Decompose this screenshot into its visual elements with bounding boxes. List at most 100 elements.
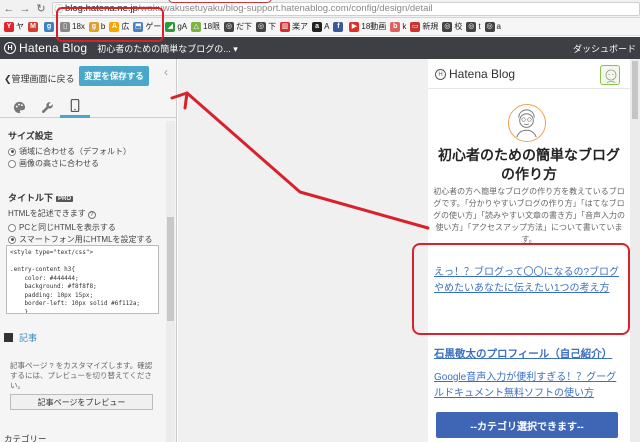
bookmark-item[interactable]: ◎ 校 bbox=[442, 21, 462, 32]
bookmark-item[interactable]: ◎ a bbox=[484, 21, 501, 32]
blog-description: 初心者の方へ簡単なブログの作り方を教えているブログです。「分かりやすいブログの作… bbox=[433, 187, 625, 244]
bookmark-item[interactable]: aA bbox=[312, 21, 329, 32]
bookmark-item[interactable]: Yヤ bbox=[4, 21, 24, 32]
radio-fit-area[interactable]: 領域に合わせる（デフォルト） bbox=[8, 146, 131, 157]
bookmark-item[interactable]: ▭ 新規 bbox=[410, 21, 438, 32]
phone-blog-header: H Hatena Blog bbox=[428, 59, 630, 89]
bookmark-item[interactable]: bk bbox=[390, 21, 406, 32]
bookmark-label: 新規 bbox=[422, 22, 439, 31]
design-sidebar: ❮管理画面に戻る 変更を保存する ‹ サイズ設定 領域に合わせる（デフォルト） … bbox=[0, 59, 177, 442]
bookmark-favicon-icon: ◎ bbox=[224, 21, 235, 32]
url-tooltip-outline bbox=[168, 0, 272, 3]
bookmark-label: だ下 bbox=[236, 22, 253, 31]
bookmark-item[interactable]: f bbox=[333, 21, 345, 32]
bookmark-favicon-icon: a bbox=[312, 21, 323, 32]
profile-link[interactable]: 石黒敬太のプロフィール（自己紹介） bbox=[434, 346, 624, 361]
bookmark-label: 広 bbox=[121, 22, 130, 31]
preview-scrollbar-thumb[interactable] bbox=[632, 61, 638, 119]
article-section-header[interactable]: 記事 bbox=[0, 329, 164, 345]
chevron-left-icon: ❮ bbox=[4, 74, 12, 84]
phone-hatena-logo-icon: H bbox=[435, 69, 446, 80]
bookmark-favicon-icon: b bbox=[390, 21, 401, 32]
bookmark-favicon-icon: g bbox=[88, 21, 99, 32]
bookmark-favicon-icon: ◎ bbox=[442, 21, 453, 32]
blog-title-line-1: 初心者のための簡単なブログ bbox=[438, 147, 620, 163]
radio-smartphone-html[interactable]: スマートフォン用にHTMLを設定する bbox=[8, 234, 153, 245]
sidebar-scrollbar[interactable] bbox=[166, 121, 175, 442]
preview-article-button[interactable]: 記事ページをプレビュー bbox=[10, 394, 153, 410]
wrench-icon bbox=[41, 101, 53, 113]
hatena-logo-text[interactable]: Hatena Blog bbox=[19, 41, 87, 55]
bookmark-favicon-icon: ▭ bbox=[410, 21, 421, 32]
hatena-header: H Hatena Blog 初心者のための簡単なブログの... ▾ ダッシュボー… bbox=[0, 37, 640, 59]
profile-avatar[interactable] bbox=[508, 104, 546, 142]
article-hint: 記事ページ ? をカスタマイズします。確認するには、プレビューを切り替えてくださ… bbox=[10, 361, 153, 390]
bookmark-item[interactable]: ⬒ ゲー bbox=[133, 21, 161, 32]
bookmark-item[interactable]: gb bbox=[88, 21, 106, 32]
bookmark-favicon-icon: ◎ bbox=[484, 21, 495, 32]
bookmark-item[interactable]: ◢ gA bbox=[165, 21, 188, 32]
bookmark-item[interactable]: ◎ だ下 bbox=[224, 21, 252, 32]
address-bar[interactable]: ⓘ blog.hatena.ne.jp /wakuwakusetuyaku/bl… bbox=[52, 1, 640, 16]
bookmark-label: 18限 bbox=[203, 22, 221, 31]
url-path: /wakuwakusetuyaku/blog-support.hatenablo… bbox=[137, 3, 433, 14]
radio-fit-area-button[interactable] bbox=[8, 147, 16, 156]
bookmark-favicon-icon: A bbox=[109, 21, 120, 32]
forward-arrow-icon[interactable]: → bbox=[18, 2, 32, 16]
profile-sketch-icon bbox=[516, 109, 537, 138]
radio-fit-height[interactable]: 画像の高さに合わせる bbox=[8, 158, 99, 169]
phone-header-avatar[interactable] bbox=[600, 65, 620, 85]
bookmark-item[interactable]: g bbox=[44, 21, 56, 32]
preview-scrollbar[interactable] bbox=[630, 59, 640, 442]
blog-title[interactable]: 初心者のための簡単なブログ の作り方 bbox=[428, 146, 630, 184]
tab-smartphone[interactable] bbox=[60, 96, 90, 118]
bookmark-label: 18動画 bbox=[361, 22, 387, 31]
bookmark-label: gA bbox=[177, 22, 188, 31]
bookmark-favicon-icon: f bbox=[333, 21, 344, 32]
caret-down-icon: ▾ bbox=[233, 43, 238, 54]
radio-same-as-pc[interactable]: PCと同じHTMLを表示する bbox=[8, 222, 116, 233]
bookmark-label: b bbox=[100, 22, 106, 31]
back-to-admin-link[interactable]: ❮管理画面に戻る bbox=[4, 72, 75, 85]
phone-logo-text: Hatena Blog bbox=[449, 67, 516, 81]
bookmark-item[interactable]: ▯ 18x bbox=[60, 21, 85, 32]
save-changes-button[interactable]: 変更を保存する bbox=[79, 66, 149, 86]
bookmark-favicon-icon: ▯ bbox=[60, 21, 70, 32]
bookmark-item[interactable]: ◎ 下 bbox=[256, 21, 276, 32]
tab-customize[interactable] bbox=[32, 96, 62, 118]
hatena-logo-icon[interactable]: H bbox=[4, 42, 16, 54]
info-icon[interactable]: ⓘ bbox=[53, 3, 65, 15]
collapse-sidebar-icon[interactable]: ‹ bbox=[164, 65, 168, 79]
bookmark-label: ヤ bbox=[16, 22, 24, 31]
bookmark-label: a bbox=[496, 22, 501, 31]
bookmark-favicon-icon: ▥ bbox=[280, 21, 291, 32]
bookmark-item[interactable]: ◎ t bbox=[466, 21, 481, 32]
category-select-button[interactable]: --カテゴリ選択できます-- bbox=[436, 412, 618, 438]
bookmark-label: ゲー bbox=[145, 22, 162, 31]
bookmark-item[interactable]: M bbox=[28, 21, 40, 32]
html-note-label: HTMLを記述できます bbox=[8, 209, 86, 218]
tab-design[interactable] bbox=[4, 96, 34, 118]
bookmark-item[interactable]: A広 bbox=[109, 21, 129, 32]
bookmark-favicon-icon: M bbox=[28, 21, 38, 32]
back-arrow-icon[interactable]: ← bbox=[2, 2, 16, 16]
bookmark-item[interactable]: ▥ 楽ア bbox=[280, 21, 308, 32]
radio-smartphone-html-button[interactable] bbox=[8, 235, 16, 244]
bookmarks-bar: Y ヤ Mg ▯ 18x g b A 広 ⬒ ゲー ◢ gA △ 18限 ◎ だ下 ◎ 下 ▥ 楽ア a Af ▶ 18動画 b k… bbox=[0, 18, 640, 36]
dashboard-link[interactable]: ダッシュボード bbox=[573, 42, 636, 55]
sidebar-top-bar: ❮管理画面に戻る 変更を保存する ‹ bbox=[0, 59, 176, 96]
bookmark-item[interactable]: △ 18限 bbox=[191, 21, 220, 32]
sidebar-scrollbar-thumb[interactable] bbox=[167, 217, 174, 321]
html-code-textarea[interactable]: <style type="text/css"> .entry-content h… bbox=[6, 245, 159, 314]
radio-same-as-pc-button[interactable] bbox=[8, 223, 16, 232]
article-link-google-voice[interactable]: Google音声入力が便利すぎる！？グーグルドキュメント無料ソフトの使い方 bbox=[434, 370, 624, 402]
radio-fit-height-button[interactable] bbox=[8, 159, 16, 168]
bookmark-label: 下 bbox=[268, 22, 277, 31]
blog-name-dropdown[interactable]: 初心者のための簡単なブログの... ▾ bbox=[97, 42, 238, 55]
bookmark-item[interactable]: ▶ 18動画 bbox=[349, 21, 386, 32]
article-section-label: 記事 bbox=[19, 332, 38, 343]
reload-icon[interactable]: ↻ bbox=[34, 2, 48, 16]
article-section-icon bbox=[4, 332, 13, 342]
article-link-1[interactable]: えっ！？ブログって〇〇になるの?ブログやめたいあなたに伝えたい1つの考え方 bbox=[434, 265, 624, 297]
help-icon[interactable]: ? bbox=[87, 211, 96, 219]
